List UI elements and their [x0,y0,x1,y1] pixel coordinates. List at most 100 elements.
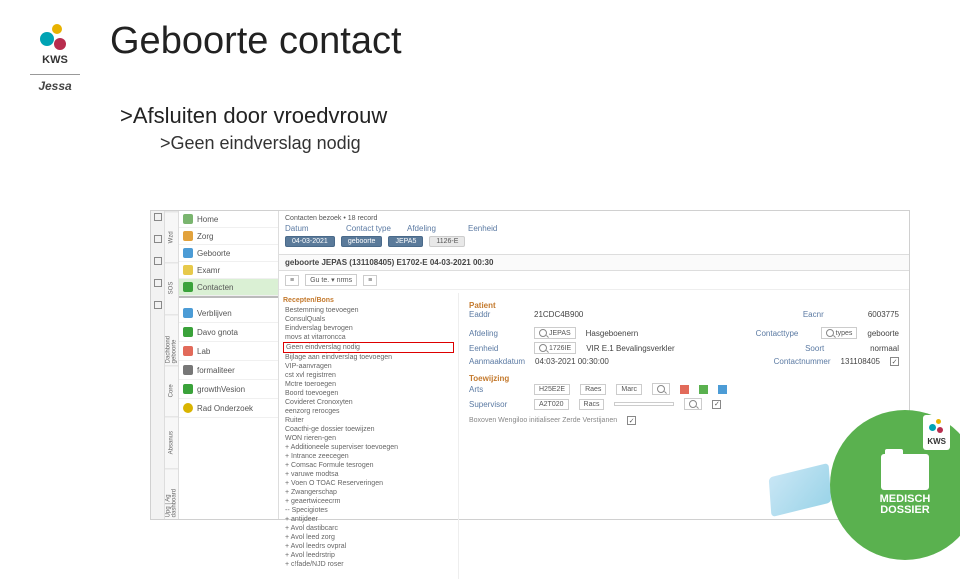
toolbar-dropdown[interactable]: Gu te. ▾ nrms [305,274,357,286]
contacttype-input[interactable]: types [821,327,858,339]
rail-icon[interactable] [154,235,162,243]
kws-badge: KWS [923,415,950,450]
bullet-line-2: >Geen eindverslag nodig [160,133,960,154]
filter-label: Afdeling [407,224,462,233]
info-icon[interactable] [718,385,727,394]
nav-item-contacten[interactable]: Contacten [179,279,278,296]
action-item[interactable]: + Comsac Formule tesrogen [283,461,454,470]
action-item[interactable]: Bestemming toevoegen [283,306,454,315]
action-item[interactable]: Ruiter [283,416,454,425]
filter-label: Eenheid [468,224,523,233]
vertical-tab[interactable]: SOS [165,262,178,313]
content-header: geboorte JEPAS (131108405) E1702-E 04-03… [279,255,909,271]
nav-item-radonderzoek[interactable]: Rad Onderzoek [179,399,278,418]
action-item[interactable]: Covideret Cronoxyten [283,398,454,407]
filter-chip-eenheid[interactable]: 1126-E [429,236,465,247]
search-icon [539,329,547,337]
nav-column: Home Zorg Geboorte Examr Contacten Verbl… [179,211,279,519]
delete-icon[interactable] [680,385,689,394]
vertical-tab[interactable]: Dachbond geboorte [165,314,178,365]
bottom-text: Boxoven Wengiloo initialiseer Zerde Vers… [469,417,617,424]
action-item[interactable]: VIP-aanvragen [283,362,454,371]
action-item[interactable]: + Zwangerschap [283,488,454,497]
arts-code-input[interactable]: H25E2E [534,384,570,395]
action-item[interactable]: + Avol dastibcarc [283,524,454,533]
logo-divider [30,74,80,75]
arts-first-input[interactable]: Marc [616,384,642,395]
content-top-label: Contacten bezoek • 18 record [285,215,903,222]
checkbox[interactable]: ✓ [890,357,899,366]
action-item[interactable]: + Avol leedrstrip [283,551,454,560]
action-item[interactable]: + Avol leedrs ovpral [283,542,454,551]
nav-label: Lab [197,347,210,356]
search-icon [826,329,834,337]
supervisor-code-input[interactable]: A2T020 [534,399,569,410]
action-item[interactable]: -- Specigiotes [283,506,454,515]
action-item[interactable]: + antijdeer [283,515,454,524]
action-item[interactable]: Mctre toeroegen [283,380,454,389]
nav-item-lab[interactable]: Lab [179,342,278,361]
form-section-title: Toewijzing [469,374,899,383]
badge-line2: DOSSIER [880,505,930,516]
rail-icon[interactable] [154,279,162,287]
kws-logo: KWS [30,20,80,70]
nav-item-formaliteer[interactable]: formaliteer [179,361,278,380]
rail-icon[interactable] [154,301,162,309]
action-item[interactable]: + geaertwiceecrm [283,497,454,506]
toolbar-menu-button[interactable]: ≡ [285,275,299,286]
supervisor-first-input[interactable] [614,402,674,406]
lookup-button[interactable] [684,398,702,410]
action-item[interactable]: + Avol leed zorg [283,533,454,542]
afdeling-input[interactable]: JEPAS [534,327,576,339]
action-item-highlighted[interactable]: Geen eindverslag nodig [283,342,454,353]
action-item[interactable]: + varuwe modtsa [283,470,454,479]
action-item[interactable]: Boord toevoegen [283,389,454,398]
nav-item-verblijven[interactable]: Verblijven [179,304,278,323]
action-item[interactable]: eenzorg rerocges [283,407,454,416]
field-label: Contacttype [756,329,811,338]
field-label: Eenheid [469,344,524,353]
vertical-tab[interactable]: Core [165,365,178,416]
vertical-tab[interactable]: Wzd [165,211,178,262]
nav-label: Examr [197,266,220,275]
action-item[interactable]: movs at vitarroncca [283,333,454,342]
nav-item-davognota[interactable]: Davo gnota [179,323,278,342]
rail-icon[interactable] [154,213,162,221]
toolbar-button[interactable]: ≡ [363,275,377,286]
actions-group-title: Recepten/Bons [283,297,454,304]
action-item[interactable]: ConsulQuals [283,315,454,324]
action-item[interactable]: Eindverslag bevrogen [283,324,454,333]
nav-item-examr[interactable]: Examr [179,262,278,279]
add-icon[interactable] [699,385,708,394]
page-title: Geboorte contact [110,20,402,63]
arts-name-input[interactable]: Raes [580,384,606,395]
vertical-tab[interactable]: Absanus [165,416,178,467]
checkbox[interactable]: ✓ [712,400,721,409]
action-item[interactable]: cst xvl registrren [283,371,454,380]
action-item[interactable]: + Intrance zeecegen [283,452,454,461]
action-item[interactable]: + c!fade/NJD roser [283,560,454,569]
search-icon [657,385,665,393]
action-item[interactable]: Coacthi-ge dossier toewijzen [283,425,454,434]
eenheid-input[interactable]: 1726IE [534,342,576,354]
supervisor-name-input[interactable]: Racs [579,399,605,410]
filter-chip-datum[interactable]: 04-03-2021 [285,236,335,247]
action-item[interactable]: + Additioneele superviser toevoegen [283,443,454,452]
kws-badge-label: KWS [927,437,946,446]
action-item[interactable]: WON rieren-gen [283,434,454,443]
vertical-tab[interactable]: Upg | Ag dashboard [165,468,178,519]
lookup-button[interactable] [652,383,670,395]
nav-label: Rad Onderzoek [197,404,253,413]
actions-column: Recepten/Bons Bestemming toevoegen Consu… [279,293,459,579]
filter-chip-contacttype[interactable]: geboorte [341,236,383,247]
checkbox[interactable]: ✓ [627,416,636,425]
field-value: 21CDC4B900 [534,310,583,319]
nav-item-home[interactable]: Home [179,211,278,228]
rail-icon[interactable] [154,257,162,265]
action-item[interactable]: Bijlage aan eindverslag toevoegen [283,353,454,362]
action-item[interactable]: + Voen O TOAC Reserveringen [283,479,454,488]
nav-item-zorg[interactable]: Zorg [179,228,278,245]
filter-chip-afdeling[interactable]: JEPA5 [388,236,423,247]
nav-item-growthvision[interactable]: growthVesion [179,380,278,399]
nav-item-geboorte[interactable]: Geboorte [179,245,278,262]
